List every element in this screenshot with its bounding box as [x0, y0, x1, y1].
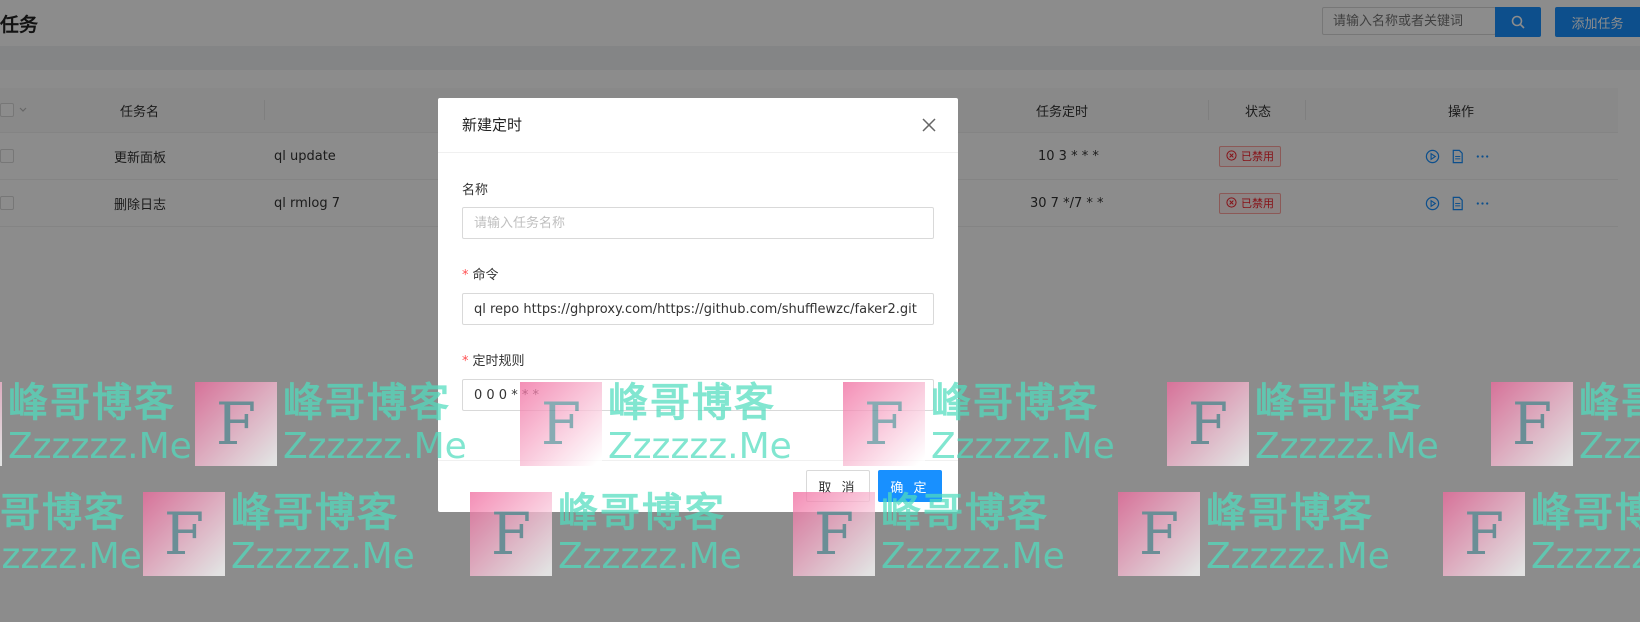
modal-footer-divider: [438, 460, 958, 461]
name-label: 名称: [462, 183, 489, 198]
schedule-input[interactable]: [462, 379, 934, 411]
command-label: * 命令: [462, 268, 499, 283]
ok-button[interactable]: 确 定: [878, 470, 942, 502]
cancel-button[interactable]: 取 消: [806, 470, 870, 502]
modal-header: 新建定时: [438, 98, 958, 153]
task-name-input[interactable]: [462, 207, 934, 239]
new-task-modal: 新建定时 名称 *命令 *定时规则 取 消 确 定: [438, 98, 958, 512]
schedule-label: * 定时规则: [462, 354, 525, 369]
modal-title: 新建定时: [462, 116, 523, 134]
command-input[interactable]: [462, 293, 934, 325]
close-icon[interactable]: [920, 116, 938, 134]
